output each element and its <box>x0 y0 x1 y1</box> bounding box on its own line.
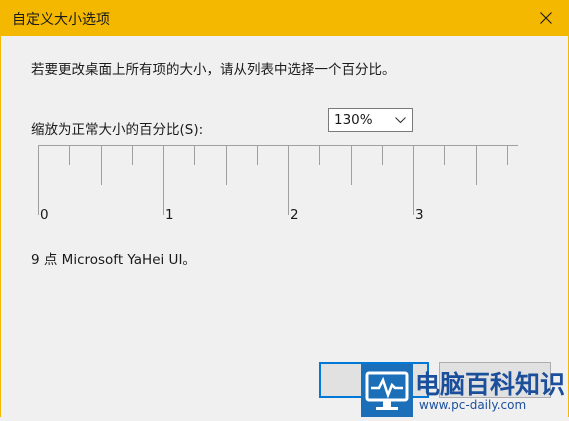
scale-select-value: 130% <box>334 112 373 128</box>
chevron-down-icon <box>395 117 406 124</box>
close-icon <box>540 12 552 24</box>
custom-size-dialog: 自定义大小选项 若要更改桌面上所有项的大小，请从列表中选择一个百分比。 缩放为正… <box>0 0 569 417</box>
monitor-pulse-icon <box>361 364 413 417</box>
dialog-content: 若要更改桌面上所有项的大小，请从列表中选择一个百分比。 缩放为正常大小的百分比(… <box>0 36 569 417</box>
watermark-url: www.pc-daily.com <box>419 398 527 412</box>
scale-select[interactable]: 130% <box>328 108 413 132</box>
watermark: 电脑百科知识 www.pc-daily.com <box>361 364 569 417</box>
ruler-number-0: 0 <box>40 207 49 223</box>
ruler-number-2: 2 <box>290 207 299 223</box>
ruler-number-1: 1 <box>165 207 174 223</box>
close-button[interactable] <box>523 0 569 36</box>
title-bar: 自定义大小选项 <box>0 0 569 36</box>
intro-text: 若要更改桌面上所有项的大小，请从列表中选择一个百分比。 <box>31 62 396 78</box>
window-title: 自定义大小选项 <box>12 12 110 28</box>
watermark-text: 电脑百科知识 <box>415 370 566 399</box>
ruler-number-3: 3 <box>415 207 424 223</box>
ruler-graphic <box>38 145 518 215</box>
font-info: 9 点 Microsoft YaHei UI。 <box>31 252 196 268</box>
scale-label: 缩放为正常大小的百分比(S): <box>31 122 204 138</box>
ruler: 0 1 2 3 <box>38 145 520 223</box>
